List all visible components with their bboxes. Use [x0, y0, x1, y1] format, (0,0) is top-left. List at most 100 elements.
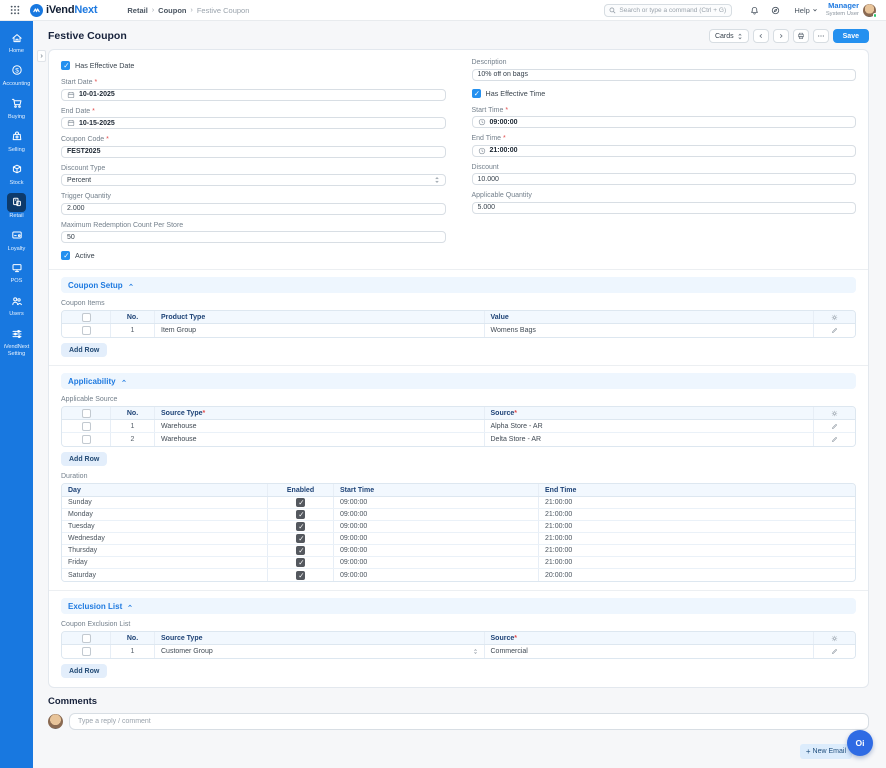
grid-header-row: No. Source Type Source — [62, 407, 855, 420]
discount-type-select[interactable]: Percent — [61, 174, 446, 186]
select-updown-icon — [473, 648, 478, 655]
user-avatar — [863, 4, 876, 17]
duration-row-monday[interactable]: Monday 09:00:00 21:00:00 — [62, 509, 855, 521]
exclusion-source-type-select[interactable]: Customer Group — [154, 645, 484, 658]
add-row-button-applicable-source[interactable]: Add Row — [61, 452, 107, 466]
enabled-checkbox[interactable] — [296, 558, 305, 567]
row-edit-pencil-icon[interactable] — [813, 645, 855, 658]
ellipsis-icon — [817, 32, 825, 40]
new-email-button[interactable]: New Email — [800, 744, 852, 759]
applicable-source-row[interactable]: 1 Warehouse Alpha Store - AR — [62, 420, 855, 433]
select-all-checkbox[interactable] — [82, 409, 91, 418]
save-button[interactable]: Save — [833, 29, 869, 43]
sidebar-item-pos[interactable]: POS — [0, 258, 33, 284]
discount-input[interactable] — [472, 173, 857, 185]
row-edit-pencil-icon[interactable] — [813, 433, 855, 446]
max-redemption-input[interactable] — [61, 231, 446, 243]
chevron-left-icon — [758, 33, 764, 39]
row-checkbox[interactable] — [82, 647, 91, 656]
duration-row-friday[interactable]: Friday 09:00:00 21:00:00 — [62, 557, 855, 569]
sidebar-item-ivendnext-setting[interactable]: iVendNext Setting — [0, 324, 33, 357]
active-checkbox[interactable] — [61, 251, 70, 260]
end-date-input[interactable]: 10-15-2025 — [61, 117, 446, 129]
sidebar-toggle-handle[interactable] — [37, 50, 46, 62]
duration-row-saturday[interactable]: Saturday 09:00:00 20:00:00 — [62, 569, 855, 581]
enabled-checkbox[interactable] — [296, 510, 305, 519]
description-input[interactable] — [472, 69, 857, 81]
sidebar-item-retail[interactable]: Retail — [0, 193, 33, 219]
sidebar-item-users[interactable]: Users — [0, 291, 33, 317]
row-checkbox[interactable] — [82, 422, 91, 431]
sidebar-item-buying[interactable]: Buying — [0, 94, 33, 120]
row-edit-pencil-icon[interactable] — [813, 324, 855, 337]
sidebar-item-stock[interactable]: Stock — [0, 160, 33, 186]
trigger-quantity-input[interactable] — [61, 203, 446, 215]
applicable-source-row[interactable]: 2 Warehouse Delta Store - AR — [62, 433, 855, 446]
coupon-item-row[interactable]: 1 Item Group Womens Bags — [62, 324, 855, 337]
user-role: System User — [826, 11, 859, 18]
breadcrumb-coupon[interactable]: Coupon — [158, 6, 186, 15]
help-menu[interactable]: Help — [794, 6, 817, 15]
section-applicability-header[interactable]: Applicability — [61, 373, 856, 389]
more-menu-button[interactable] — [813, 29, 829, 43]
duration-row-sunday[interactable]: Sunday 09:00:00 21:00:00 — [62, 497, 855, 509]
breadcrumb-retail[interactable]: Retail — [127, 6, 147, 15]
chevron-right-icon — [778, 33, 784, 39]
enabled-checkbox[interactable] — [296, 534, 305, 543]
row-checkbox[interactable] — [82, 326, 91, 335]
user-menu[interactable]: Manager System User — [826, 2, 876, 17]
enabled-checkbox[interactable] — [296, 522, 305, 531]
comment-input[interactable] — [69, 713, 869, 730]
max-redemption-label: Maximum Redemption Count Per Store — [61, 222, 446, 229]
enabled-checkbox[interactable] — [296, 546, 305, 555]
accounting-icon: $ — [11, 64, 23, 76]
brand-logo[interactable]: iVendNext — [30, 4, 97, 17]
coupon-form-card: Has Effective Date Start Date 10-01-2025… — [48, 49, 869, 688]
select-all-checkbox[interactable] — [82, 313, 91, 322]
search-input[interactable] — [619, 7, 727, 14]
page-header: Festive Coupon Cards Save — [33, 21, 886, 49]
add-row-button-exclusion[interactable]: Add Row — [61, 664, 107, 678]
form-right-column: Description Has Effective Time Start Tim… — [472, 58, 857, 221]
add-row-button-coupon-items[interactable]: Add Row — [61, 343, 107, 357]
duration-row-wednesday[interactable]: Wednesday 09:00:00 21:00:00 — [62, 533, 855, 545]
grid-settings-gear-icon[interactable] — [813, 407, 855, 419]
prev-record-button[interactable] — [753, 29, 769, 43]
global-search[interactable] — [604, 4, 732, 17]
apps-grid-icon[interactable] — [10, 5, 20, 15]
coupon-code-input[interactable]: FEST2025 — [61, 146, 446, 158]
explore-icon[interactable] — [771, 6, 780, 15]
section-exclusion-list-header[interactable]: Exclusion List — [61, 598, 856, 614]
coupon-code-label: Coupon Code — [61, 136, 446, 143]
applicable-source-grid: No. Source Type Source 1 Warehouse Alpha… — [61, 406, 856, 447]
breadcrumb-separator: › — [191, 7, 193, 14]
print-button[interactable] — [793, 29, 809, 43]
grid-settings-gear-icon[interactable] — [813, 632, 855, 644]
row-edit-pencil-icon[interactable] — [813, 420, 855, 432]
row-checkbox[interactable] — [82, 435, 91, 444]
cards-view-button[interactable]: Cards — [709, 29, 749, 43]
start-time-input[interactable]: 09:00:00 — [472, 116, 857, 128]
breadcrumb: Retail › Coupon › Festive Coupon — [127, 6, 249, 15]
duration-row-thursday[interactable]: Thursday 09:00:00 21:00:00 — [62, 545, 855, 557]
section-coupon-setup-header[interactable]: Coupon Setup — [61, 277, 856, 293]
select-all-checkbox[interactable] — [82, 634, 91, 643]
grid-settings-gear-icon[interactable] — [813, 311, 855, 323]
sidebar-item-selling[interactable]: Selling — [0, 127, 33, 153]
sidebar-item-accounting[interactable]: $ Accounting — [0, 61, 33, 87]
sidebar-item-loyalty[interactable]: Loyalty — [0, 226, 33, 252]
duration-row-tuesday[interactable]: Tuesday 09:00:00 21:00:00 — [62, 521, 855, 533]
enabled-checkbox[interactable] — [296, 571, 305, 580]
notifications-bell-icon[interactable] — [750, 6, 759, 15]
exclusion-row[interactable]: 1 Customer Group Commercial — [62, 645, 855, 658]
chat-assistant-fab[interactable]: Oi — [847, 730, 873, 756]
sidebar-item-home[interactable]: Home — [0, 28, 33, 54]
enabled-checkbox[interactable] — [296, 498, 305, 507]
end-time-input[interactable]: 21:00:00 — [472, 145, 857, 157]
section-divider — [49, 269, 868, 270]
has-effective-time-checkbox[interactable] — [472, 89, 481, 98]
next-record-button[interactable] — [773, 29, 789, 43]
start-date-input[interactable]: 10-01-2025 — [61, 89, 446, 101]
has-effective-date-checkbox[interactable] — [61, 61, 70, 70]
applicable-quantity-input[interactable] — [472, 202, 857, 214]
